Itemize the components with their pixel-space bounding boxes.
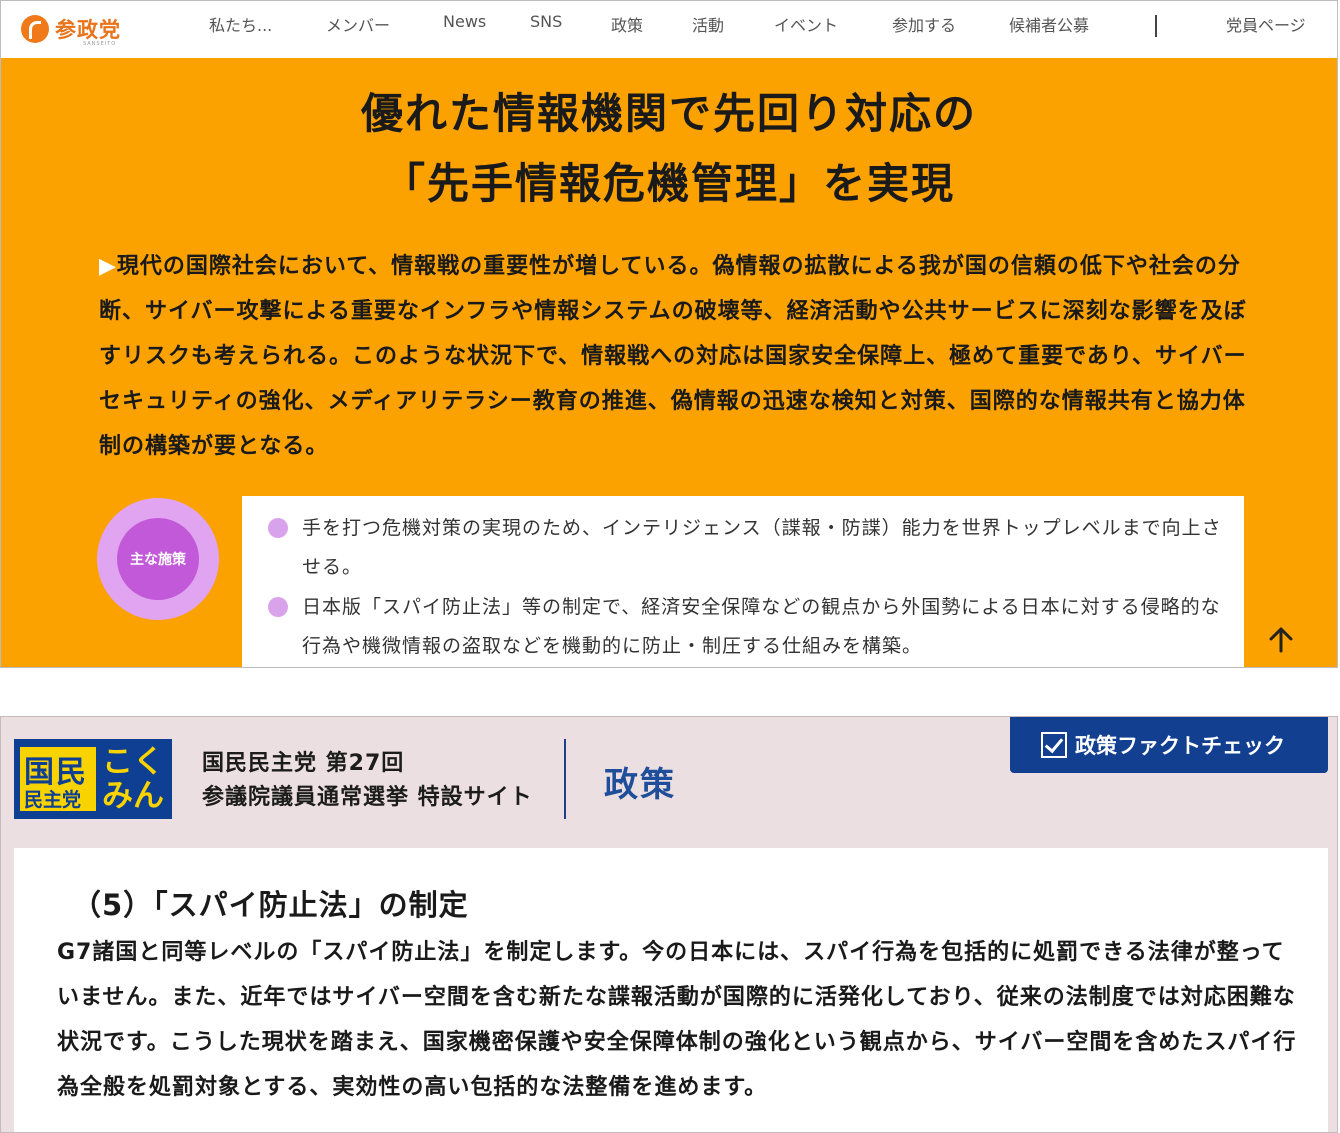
- circle-bullet-icon: [268, 518, 288, 538]
- factcheck-label: 政策ファクトチェック: [1075, 734, 1285, 758]
- main-measures-badge: 主な施策: [97, 498, 219, 620]
- triangle-marker-icon: ▶: [99, 254, 117, 279]
- nav-divider: [1155, 15, 1157, 37]
- nav-item-policy[interactable]: 政策: [611, 12, 643, 36]
- nav-item-news[interactable]: News: [443, 12, 486, 31]
- logo-right-text: こくみん: [102, 744, 164, 814]
- header-divider: [564, 739, 566, 819]
- nav-item-events[interactable]: イベント: [774, 12, 838, 36]
- policy-section: 優れた情報機関で先回り対応の 「先手情報危機管理」を実現 ▶現代の国際社会におい…: [1, 58, 1337, 667]
- circle-bullet-icon: [268, 597, 288, 617]
- nav-item-activities[interactable]: 活動: [692, 12, 724, 36]
- page-title: 政策: [604, 765, 676, 805]
- factcheck-button[interactable]: 政策ファクトチェック: [1010, 717, 1328, 773]
- policy-content-card: （5）「スパイ防止法」の制定 G7諸国と同等レベルの「スパイ防止法」を制定します…: [14, 848, 1328, 1132]
- nav-item-members[interactable]: メンバー: [326, 12, 390, 36]
- measure-item: 手を打つ危機対策の実現のため、インテリジェンス（諜報・防諜）能力を世界トップレベ…: [302, 517, 1222, 578]
- nav-item-join[interactable]: 参加する: [892, 12, 956, 36]
- nav-item-about[interactable]: 私たち...: [209, 12, 272, 36]
- measures-card: 手を打つ危機対策の実現のため、インテリジェンス（諜報・防諜）能力を世界トップレベ…: [242, 496, 1244, 667]
- site-header: 参政党 SANSEITO 私たち... メンバー News SNS 政策 活動 …: [1, 1, 1337, 58]
- logo-small-text: 民主党: [24, 789, 82, 811]
- arrow-up-icon[interactable]: [1267, 625, 1295, 653]
- measure-item: 日本版「スパイ防止法」等の制定で、経済安全保障などの観点から外国勢による日本に対…: [302, 596, 1221, 657]
- site-name-line2: 参議院議員通常選挙 特設サイト: [202, 785, 533, 810]
- site-name: 国民民主党 第27回 参議院議員通常選挙 特設サイト: [202, 747, 533, 815]
- policy-intro-text: 現代の国際社会において、情報戦の重要性が増している。偽情報の拡散による我が国の信…: [99, 254, 1247, 459]
- policy-heading: （5）「スパイ防止法」の制定: [72, 888, 469, 922]
- logo-left-block: 国民 民主党: [20, 747, 96, 811]
- nav-item-member-page[interactable]: 党員ページ: [1226, 12, 1306, 36]
- policy-body: G7諸国と同等レベルの「スパイ防止法」を制定します。今の日本には、スパイ行為を包…: [57, 940, 1297, 1100]
- policy-title-line2: 「先手情報危機管理」を実現: [382, 159, 955, 208]
- nav-item-candidates[interactable]: 候補者公募: [1009, 12, 1089, 36]
- nav-item-sns[interactable]: SNS: [530, 12, 562, 31]
- dpfp-policy-panel: 国民 民主党 こくみん 国民民主党 第27回 参議院議員通常選挙 特設サイト 政…: [0, 716, 1338, 1133]
- policy-intro: ▶現代の国際社会において、情報戦の重要性が増している。偽情報の拡散による我が国の…: [99, 244, 1249, 469]
- site-name-line1: 国民民主党 第27回: [202, 751, 405, 776]
- main-nav: 私たち... メンバー News SNS 政策 活動 イベント 参加する 候補者…: [1, 12, 1337, 37]
- checkbox-icon: [1041, 732, 1067, 758]
- sanseito-policy-panel: 参政党 SANSEITO 私たち... メンバー News SNS 政策 活動 …: [0, 0, 1338, 668]
- logo-subtext: SANSEITO: [83, 41, 117, 47]
- policy-title-line1: 優れた情報機関で先回り対応の: [360, 89, 977, 138]
- main-measures-label: 主な施策: [117, 518, 199, 600]
- dpfp-logo[interactable]: 国民 民主党 こくみん: [14, 739, 172, 819]
